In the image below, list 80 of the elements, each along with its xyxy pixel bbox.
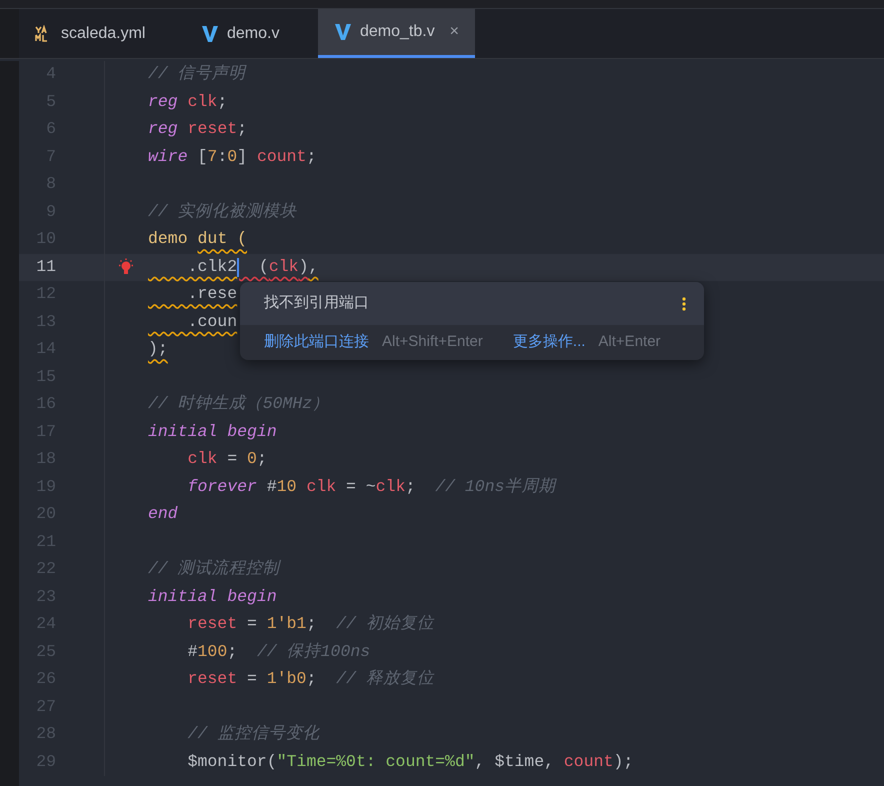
code-text: 1'b0 [266,668,306,690]
error-message: 找不到引用端口 [264,293,369,314]
code-text: reset [186,118,238,140]
code-text: // 初始复位 [335,613,434,636]
code-text: reset [186,668,238,690]
underlined-code-text: ) [298,256,308,278]
editor-tab[interactable]: demo_tb.v × [318,9,475,58]
code-text: ; [306,668,316,690]
code-text: reg [148,118,178,140]
code-text: initial begin [148,586,277,608]
tab-label: demo.v [227,24,280,44]
code-text: = [246,613,258,636]
tab-label: demo_tb.v [360,22,435,42]
v-letter-icon [201,24,219,42]
code-text: ); [613,750,634,773]
code-text: // 保持100ns [256,640,370,663]
code-text: = ~ [345,476,376,498]
code-text: $monitor( [186,750,277,773]
editor-tab[interactable]: demo.v [165,9,318,58]
code-text: forever [186,476,257,498]
code-text: // 时钟生成（50MHz） [148,393,330,416]
code-text: count [256,146,306,168]
code-text: "Time=%0t: count=%d" [276,750,475,773]
code-text: // 释放复位 [335,668,434,690]
code-text: ; [227,640,238,663]
code-text: ; [217,90,228,113]
underlined-code-text: ); [148,338,168,360]
v-letter-icon [334,23,352,41]
code-text: = [226,448,238,470]
underlined-code-text: .coun [186,310,238,333]
underlined-code-text: .rese [186,283,238,306]
code-text: reg [148,90,178,113]
more-options-icon[interactable] [682,296,686,310]
tab-label: scaleda.yml [61,24,146,44]
code-text: # [266,476,277,498]
code-text: 0 [247,448,257,470]
code-text: count [564,750,614,773]
code-text: = [246,668,258,690]
underlined-code-text: ( [258,256,269,278]
code-text: : [217,146,228,168]
code-text: clk [186,448,218,470]
code-text: clk [186,90,218,113]
code-text: 100 [198,640,228,663]
code-text: 0 [227,146,238,168]
code-text: // 监控信号变化 [186,723,320,746]
code-text: // 测试流程控制 [148,558,280,580]
code-text: wire [148,146,188,168]
code-text: ; [237,118,248,140]
code-text: 7 [207,146,218,168]
code-text: 10 [276,476,297,498]
code-text: ; [405,476,416,498]
code-text: ; [256,448,267,470]
underlined-code-text: .clk2 [186,256,238,278]
code-text: ; [306,146,316,168]
code-text: reset [186,613,238,636]
code-text: end [148,503,178,526]
code-text: , $time, [474,750,555,773]
code-text: clk [376,476,406,498]
code-text: demo [148,228,189,250]
shortcut-hint: Alt+Enter [598,332,661,352]
code-text: // 10ns半周期 [434,476,556,498]
underlined-code-text: clk [268,256,299,278]
shortcut-hint: Alt+Shift+Enter [382,332,483,352]
code-text: // 信号声明 [148,63,246,86]
code-text: 1'b1 [266,613,306,636]
action-link[interactable]: 更多操作... [512,331,586,354]
line-number: 11 [36,256,56,278]
underlined-code-text: dut ( [198,228,248,250]
code-text: clk [305,476,336,498]
editor-tab[interactable]: scaleda.yml [19,9,165,58]
lightbulb-icon[interactable] [117,258,135,276]
underlined-code-text: , [308,256,318,278]
close-button[interactable]: × [450,20,459,44]
code-text: // 实例化被测模块 [148,200,297,223]
code-text: # [186,640,198,663]
code-text: ; [306,613,316,636]
action-link[interactable]: 删除此端口连接 [264,331,369,354]
code-text: initial begin [148,420,277,443]
code-text: [ [196,146,208,168]
code-text: ] [237,146,248,168]
